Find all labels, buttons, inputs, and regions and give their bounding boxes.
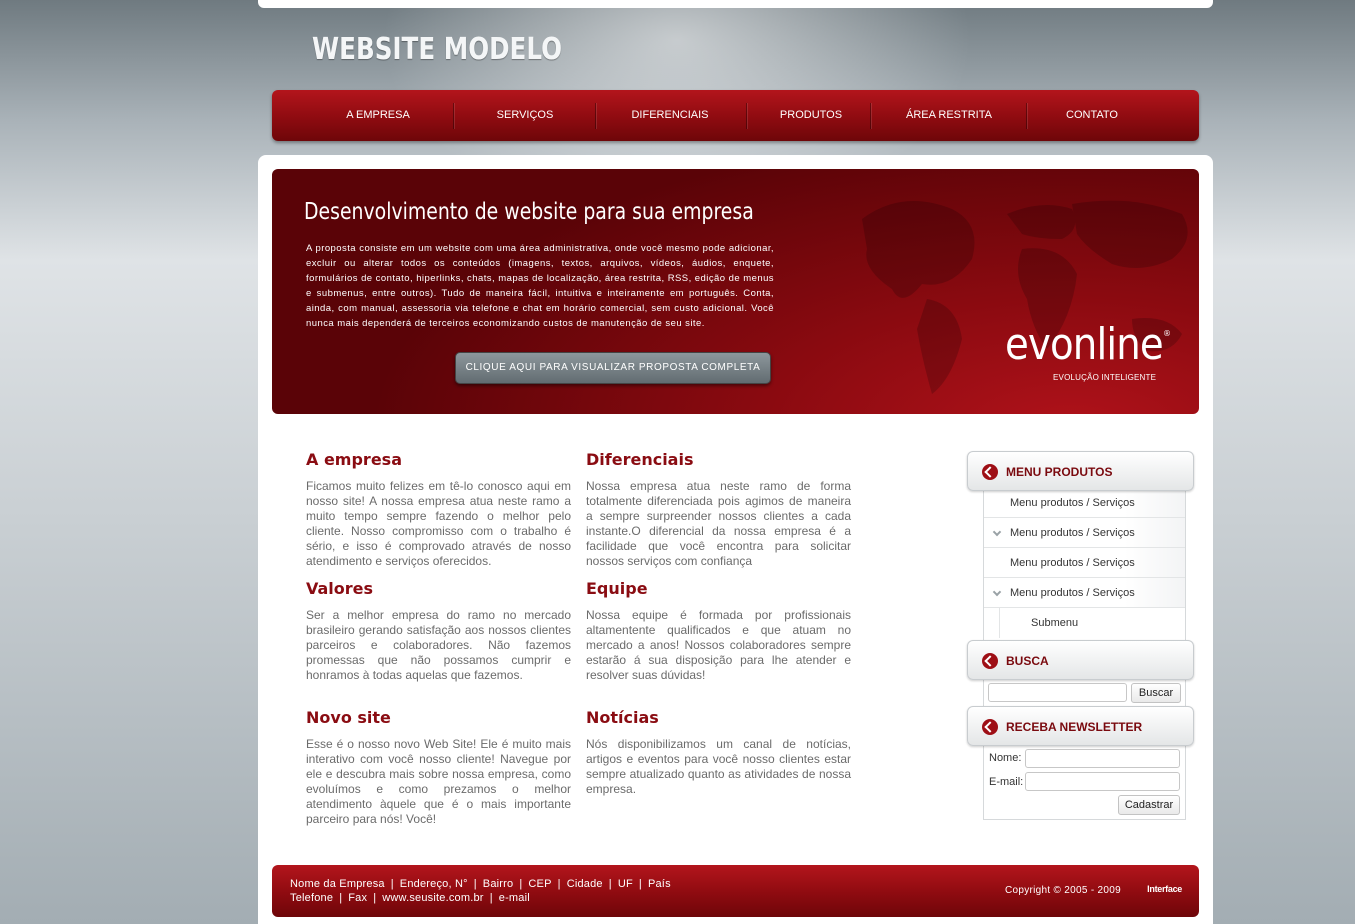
page-footer: Nome da Empresa | Endereço, N° | Bairro | CEP |…	[272, 865, 1199, 917]
products-menu-item[interactable]: Menu produtos / Serviços	[984, 578, 1185, 608]
products-menu-list: Menu produtos / Serviços Menu produtos /…	[983, 488, 1186, 640]
search-header: BUSCA	[967, 640, 1194, 680]
newsletter-title: RECEBA NEWSLETTER	[1006, 720, 1143, 734]
section-title: Novo site	[306, 708, 391, 727]
section-title: Equipe	[586, 579, 648, 598]
registered-mark: ®	[1163, 329, 1171, 338]
brand-name: evonline	[1005, 319, 1164, 370]
view-proposal-button[interactable]: CLIQUE AQUI PARA VISUALIZAR PROPOSTA COM…	[455, 352, 771, 384]
footer-address-line: Nome da Empresa | Endereço, N° | Bairro | CEP |…	[290, 878, 671, 890]
footer-company-name[interactable]: Nome da Empresa	[290, 878, 385, 890]
footer-uf[interactable]: UF	[618, 878, 633, 890]
nav-divider	[746, 103, 747, 129]
products-menu-item[interactable]: Menu produtos / Serviços	[984, 548, 1185, 578]
nav-item-contato[interactable]: CONTATO	[1034, 90, 1150, 141]
products-menu-header: MENU PRODUTOS	[967, 451, 1194, 491]
search-button[interactable]: Buscar	[1131, 683, 1181, 703]
brand-tagline: EVOLUÇÃO INTELIGENTE	[1053, 373, 1157, 382]
section-a-empresa: A empresa Ficamos muito felizes em tê-lo…	[306, 450, 571, 569]
footer-bairro[interactable]: Bairro	[483, 878, 514, 890]
nav-divider	[1026, 103, 1027, 129]
footer-telefone[interactable]: Telefone	[290, 892, 333, 904]
footer-separator: |	[519, 878, 523, 890]
section-valores: Valores Ser a melhor empresa do ramo no …	[306, 579, 571, 683]
footer-separator: |	[339, 892, 343, 904]
footer-separator: |	[489, 892, 493, 904]
section-diferenciais: Diferenciais Nossa empresa atua neste ra…	[586, 450, 851, 569]
nav-item-produtos[interactable]: PRODUTOS	[756, 90, 866, 141]
name-field[interactable]	[1025, 749, 1180, 768]
section-text: Ser a melhor empresa do ramo no mercado …	[306, 608, 571, 682]
products-menu-item[interactable]: Menu produtos / Serviços	[984, 488, 1185, 518]
chevron-down-icon	[992, 527, 1002, 537]
section-text: Ficamos muito felizes em tê-lo conosco a…	[306, 479, 571, 568]
nav-item-a-empresa[interactable]: A EMPRESA	[312, 90, 444, 141]
chevron-left-icon	[982, 719, 998, 735]
search-title: BUSCA	[1006, 654, 1049, 668]
nav-item-area-restrita[interactable]: ÁREA RESTRITA	[880, 90, 1018, 141]
section-text: Esse é o nosso novo Web Site! Ele é muit…	[306, 737, 571, 826]
products-menu-item[interactable]: Menu produtos / Serviços	[984, 518, 1185, 548]
banner-description: A proposta consiste em um website com um…	[306, 243, 774, 329]
section-text: Nossa empresa atua neste ramo de forma t…	[586, 479, 851, 568]
products-menu-title: MENU PRODUTOS	[1006, 465, 1113, 479]
site-logo[interactable]: WEBSITE MODELO	[312, 32, 562, 67]
footer-website-link[interactable]: www.seusite.com.br	[382, 892, 483, 904]
menu-item-label: Menu produtos / Serviços	[1010, 497, 1135, 509]
chevron-left-icon	[982, 464, 998, 480]
main-nav: A EMPRESA SERVIÇOS DIFERENCIAIS PRODUTOS…	[272, 90, 1199, 141]
section-title: Diferenciais	[586, 450, 694, 469]
name-label: Nome:	[989, 752, 1022, 764]
chevron-down-icon	[992, 587, 1002, 597]
footer-separator: |	[473, 878, 477, 890]
evonline-brand-logo: evonline ® EVOLUÇÃO INTELIGENTE	[1005, 319, 1175, 389]
section-title: Notícias	[586, 708, 659, 727]
menu-item-label: Menu produtos / Serviços	[1010, 587, 1135, 599]
section-equipe: Equipe Nossa equipe é formada por profis…	[586, 579, 851, 683]
developer-logo[interactable]: Interface	[1147, 884, 1182, 894]
copyright-text: Copyright © 2005 - 2009	[1004, 885, 1121, 896]
footer-contact-line: Telefone | Fax | www.seusite.com.br | e-mail	[290, 892, 530, 904]
email-field[interactable]	[1025, 772, 1180, 791]
products-submenu-item[interactable]: Submenu	[999, 608, 1185, 638]
footer-separator: |	[608, 878, 612, 890]
section-noticias: Notícias Nós disponibilizamos um canal d…	[586, 708, 851, 797]
hero-banner: Desenvolvimento de website para sua empr…	[272, 169, 1199, 414]
section-text: Nossa equipe é formada por profissionais…	[586, 608, 851, 682]
footer-email-link[interactable]: e-mail	[499, 892, 530, 904]
top-strip	[258, 0, 1213, 8]
footer-separator: |	[557, 878, 561, 890]
footer-cep[interactable]: CEP	[528, 878, 551, 890]
section-title: Valores	[306, 579, 374, 598]
footer-cidade[interactable]: Cidade	[567, 878, 603, 890]
footer-fax[interactable]: Fax	[348, 892, 367, 904]
footer-separator: |	[390, 878, 394, 890]
menu-item-label: Menu produtos / Serviços	[1010, 557, 1135, 569]
footer-pais[interactable]: País	[648, 878, 671, 890]
nav-item-diferenciais[interactable]: DIFERENCIAIS	[604, 90, 736, 141]
newsletter-submit-button[interactable]: Cadastrar	[1118, 795, 1180, 815]
nav-divider	[595, 103, 596, 129]
banner-title: Desenvolvimento de website para sua empr…	[304, 199, 754, 225]
footer-address[interactable]: Endereço, N°	[400, 878, 468, 890]
footer-separator: |	[373, 892, 377, 904]
section-novo-site: Novo site Esse é o nosso novo Web Site! …	[306, 708, 571, 827]
newsletter-header: RECEBA NEWSLETTER	[967, 706, 1194, 746]
section-text: Nós disponibilizamos um canal de notícia…	[586, 737, 851, 796]
chevron-left-icon	[982, 653, 998, 669]
section-title: A empresa	[306, 450, 402, 469]
nav-item-servicos[interactable]: SERVIÇOS	[462, 90, 588, 141]
footer-separator: |	[638, 878, 642, 890]
email-label: E-mail:	[989, 776, 1024, 788]
menu-item-label: Menu produtos / Serviços	[1010, 527, 1135, 539]
nav-divider	[870, 103, 871, 129]
search-input[interactable]	[988, 683, 1127, 702]
nav-divider	[453, 103, 454, 129]
